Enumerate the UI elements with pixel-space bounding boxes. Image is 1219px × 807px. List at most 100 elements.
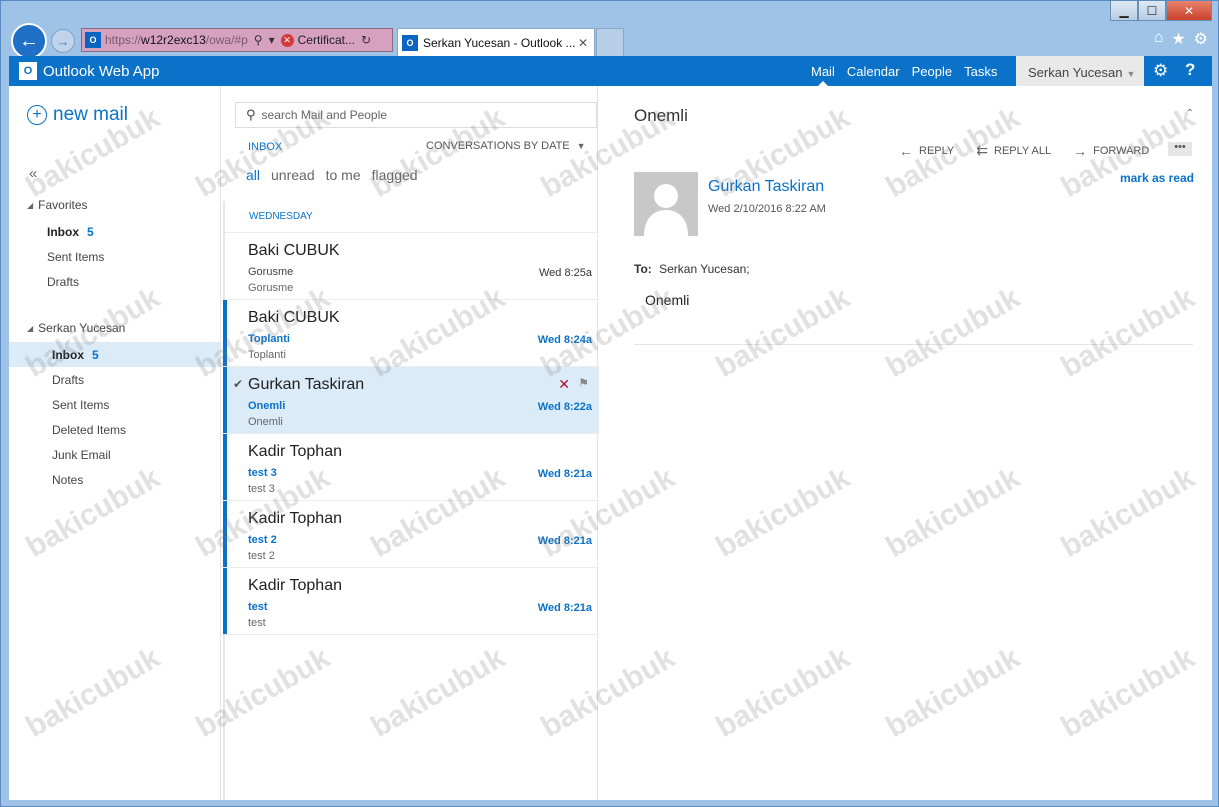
close-tab-icon[interactable]: ✕: [578, 36, 588, 50]
certificate-error-icon[interactable]: ✕: [280, 33, 294, 47]
certificate-error-label[interactable]: Certificat...: [298, 33, 355, 47]
message-sender: Gurkan Taskiran: [248, 376, 365, 393]
mailbox-notes[interactable]: Notes: [9, 467, 221, 492]
message-time: Wed 8:21a: [537, 468, 592, 480]
dropdown-arrow-icon[interactable]: ▾: [269, 33, 275, 47]
app-header: O Outlook Web App Mail Calendar People T…: [9, 56, 1212, 86]
message-item-selected[interactable]: ✔ Gurkan Taskiran ✕ ⚑ Onemli Onemli Wed …: [223, 367, 599, 434]
search-input[interactable]: ⚲ search Mail and People: [235, 102, 597, 128]
message-body: Onemli: [645, 292, 690, 308]
close-window-button[interactable]: ✕: [1166, 1, 1212, 21]
nav-calendar[interactable]: Calendar: [841, 56, 906, 86]
message-actions: ← REPLY ⇇ REPLY ALL → FORWARD: [899, 142, 1171, 159]
message-item[interactable]: Kadir Tophan test 3 test 3 Wed 8:21a: [223, 434, 599, 501]
reply-all-label: REPLY ALL: [994, 144, 1052, 157]
favorites-star-icon[interactable]: ★: [1171, 29, 1185, 49]
more-actions-button[interactable]: •••: [1168, 142, 1192, 156]
app-brand[interactable]: O Outlook Web App: [19, 62, 159, 80]
filter-all[interactable]: all: [246, 167, 260, 183]
message-preview: test 3: [248, 483, 275, 495]
collapse-pane-icon[interactable]: «: [29, 165, 37, 182]
view-filters: all unread to me flagged: [246, 167, 418, 183]
settings-gear-icon[interactable]: ⚙: [1153, 61, 1171, 81]
message-preview: Gorusme: [248, 282, 294, 294]
favorites-sent-items[interactable]: Sent Items: [9, 244, 221, 269]
message-item[interactable]: Baki CUBUK Gorusme Gorusme Wed 8:25a: [225, 233, 599, 300]
message-time: Wed 8:21a: [537, 602, 592, 614]
mark-as-read-link[interactable]: mark as read: [1120, 171, 1194, 185]
tab-title: Serkan Yucesan - Outlook ...: [423, 35, 576, 50]
url-host: w12r2exc13: [141, 33, 206, 47]
outlook-favicon-icon: O: [85, 32, 101, 48]
unread-count: 5: [92, 347, 99, 362]
sent-date: Wed 2/10/2016 8:22 AM: [708, 203, 826, 215]
forward-button[interactable]: →: [51, 29, 75, 53]
message-subject: Onemli: [248, 400, 286, 412]
folder-label: Deleted Items: [52, 422, 127, 437]
checkmark-icon[interactable]: ✔: [233, 377, 243, 391]
message-time: Wed 8:22a: [537, 401, 592, 413]
browser-toolbar-icons: ⌂ ★ ⚙: [1154, 29, 1208, 49]
message-preview: Onemli: [248, 416, 283, 428]
back-button[interactable]: ←: [11, 23, 47, 59]
search-placeholder: search Mail and People: [261, 108, 387, 122]
message-item[interactable]: Baki CUBUK Toplanti Toplanti Wed 8:24a: [223, 300, 599, 367]
window-controls: ▁ ☐ ✕: [1110, 1, 1212, 23]
mailbox-deleted-items[interactable]: Deleted Items: [9, 417, 221, 442]
home-icon[interactable]: ⌂: [1154, 29, 1164, 49]
delete-icon[interactable]: ✕: [558, 376, 570, 393]
folder-label: Sent Items: [52, 397, 110, 412]
collapse-up-icon[interactable]: ⌃: [1186, 108, 1194, 119]
new-mail-label: new mail: [53, 104, 128, 125]
mailbox-header[interactable]: ◢ Serkan Yucesan: [9, 318, 221, 338]
recipients-line: To: Serkan Yucesan;: [634, 262, 750, 276]
refresh-icon[interactable]: ↻: [361, 33, 371, 47]
address-bar[interactable]: O https:// w12r2exc13 /owa/#p ⚲ ▾ ✕ Cert…: [81, 28, 393, 52]
mailbox-group: ◢ Serkan Yucesan Inbox 5 Drafts Sent Ite…: [9, 318, 221, 492]
to-label: To:: [634, 262, 652, 276]
favorites-header[interactable]: ◢ Favorites: [9, 195, 221, 215]
message-item[interactable]: Kadir Tophan test test Wed 8:21a: [223, 568, 599, 635]
minimize-button[interactable]: ▁: [1110, 1, 1138, 21]
reply-button[interactable]: ← REPLY: [899, 142, 954, 159]
browser-tab[interactable]: O Serkan Yucesan - Outlook ... ✕: [397, 28, 595, 56]
forward-button[interactable]: → FORWARD: [1073, 142, 1149, 159]
filter-unread[interactable]: unread: [271, 167, 315, 183]
mailbox-junk-email[interactable]: Junk Email: [9, 442, 221, 467]
filter-flagged[interactable]: flagged: [372, 167, 418, 183]
reply-all-button[interactable]: ⇇ REPLY ALL: [976, 142, 1051, 159]
message-subject: Toplanti: [248, 333, 290, 345]
new-mail-button[interactable]: + new mail: [27, 104, 128, 126]
nav-people[interactable]: People: [906, 56, 958, 86]
help-icon[interactable]: ?: [1185, 60, 1195, 80]
recipient-name[interactable]: Serkan Yucesan;: [659, 262, 750, 276]
sort-label: CONVERSATIONS BY DATE: [426, 140, 570, 152]
message-time: Wed 8:24a: [537, 334, 592, 346]
search-icon[interactable]: ⚲: [254, 33, 263, 47]
reply-all-arrow-icon: ⇇: [976, 142, 988, 158]
message-preview: Toplanti: [248, 349, 286, 361]
filter-to-me[interactable]: to me: [326, 167, 361, 183]
nav-tasks[interactable]: Tasks: [958, 56, 1003, 86]
search-icon: ⚲: [246, 107, 256, 122]
sort-dropdown[interactable]: CONVERSATIONS BY DATE ▼: [426, 140, 586, 152]
reading-pane: Onemli ⌃ ← REPLY ⇇ REPLY ALL → FORWARD •…: [599, 86, 1212, 800]
message-sender: Baki CUBUK: [248, 242, 340, 259]
settings-gear-icon[interactable]: ⚙: [1194, 29, 1208, 49]
new-tab-button[interactable]: [596, 28, 624, 56]
outlook-logo-icon: O: [19, 62, 37, 80]
nav-mail[interactable]: Mail: [805, 56, 841, 86]
favorites-drafts[interactable]: Drafts: [9, 269, 221, 294]
browser-window: ▁ ☐ ✕ ← → O https:// w12r2exc13 /owa/#p …: [0, 0, 1219, 807]
maximize-button[interactable]: ☐: [1138, 1, 1166, 21]
message-sender: Baki CUBUK: [248, 309, 340, 326]
flag-icon[interactable]: ⚑: [578, 376, 589, 390]
user-menu[interactable]: Serkan Yucesan ▼: [1016, 56, 1144, 86]
mailbox-drafts[interactable]: Drafts: [9, 367, 221, 392]
favorites-inbox[interactable]: Inbox 5: [9, 219, 221, 244]
message-item[interactable]: Kadir Tophan test 2 test 2 Wed 8:21a: [223, 501, 599, 568]
message-list-pane: ⚲ search Mail and People INBOX CONVERSAT…: [223, 86, 599, 800]
sender-name[interactable]: Gurkan Taskiran: [708, 178, 824, 196]
mailbox-sent-items[interactable]: Sent Items: [9, 392, 221, 417]
mailbox-inbox[interactable]: Inbox 5: [9, 342, 221, 367]
